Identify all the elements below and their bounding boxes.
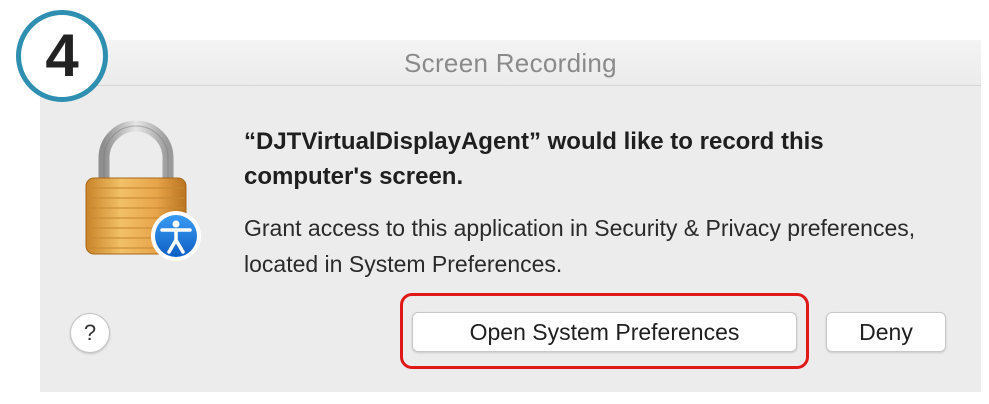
help-button[interactable]: ? <box>70 313 110 353</box>
dialog-body: Grant access to this application in Secu… <box>244 215 916 277</box>
deny-button[interactable]: Deny <box>826 312 946 352</box>
dialog-headline: “DJTVirtualDisplayAgent” would like to r… <box>244 128 824 190</box>
open-system-preferences-button[interactable]: Open System Preferences <box>412 312 797 352</box>
screenshot-stage: 4 Screen Recording “DJTVirtualDisplayAge… <box>0 0 989 404</box>
step-number-badge: 4 <box>16 10 108 102</box>
dialog-titlebar: Screen Recording <box>40 40 981 86</box>
lock-icon <box>85 120 201 261</box>
dialog-title: Screen Recording <box>404 48 617 78</box>
step-number: 4 <box>45 22 79 89</box>
